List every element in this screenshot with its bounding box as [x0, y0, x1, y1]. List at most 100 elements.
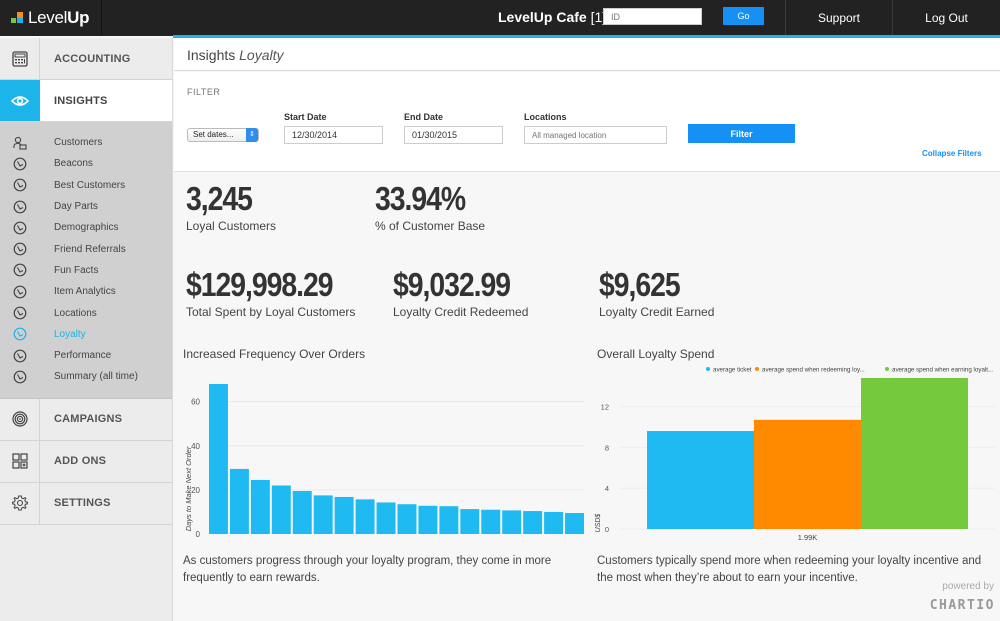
gauge-icon [13, 263, 27, 277]
bar [565, 513, 584, 534]
bar [544, 511, 564, 534]
bar [313, 495, 333, 534]
support-link[interactable]: Support [785, 0, 892, 36]
sidebar-subitem-label: Demographics [54, 222, 119, 234]
bar-average-spend-when-redeeming-loyalty [754, 419, 861, 529]
sidebar-subitem-locations[interactable]: Locations [0, 302, 172, 323]
metric-value: $9,625 [599, 266, 681, 303]
sidebar-item-insights[interactable]: INSIGHTS [0, 80, 172, 122]
sidebar-subitem-label: Best Customers [54, 179, 126, 191]
end-date-label: End Date [404, 112, 444, 122]
metric-credit-earned: $9,625 Loyalty Credit Earned [599, 266, 714, 319]
sidebar-subitem-demographics[interactable]: Demographics [0, 217, 172, 238]
levelup-logo[interactable]: LevelUp [0, 0, 102, 35]
sidebar-subitem-day-parts[interactable]: Day Parts [0, 196, 172, 217]
legend-marker [706, 367, 710, 371]
metric-caption: Loyalty Credit Earned [599, 305, 715, 319]
metric-customer-base: 33.94% % of Customer Base [375, 180, 485, 233]
sidebar-subitem-summary-all-time[interactable]: Summary (all time) [0, 366, 172, 387]
collapse-filters-link[interactable]: Collapse Filters [922, 149, 982, 158]
gauge-icon [13, 370, 27, 384]
sidebar-subitem-performance[interactable]: Performance [0, 345, 172, 366]
sidebar-subitem-beacons[interactable]: Beacons [0, 153, 172, 174]
logo-mark-icon [11, 11, 24, 24]
calculator-icon [11, 50, 28, 67]
sidebar-subitem-label: Customers [54, 137, 103, 149]
date-preset-select[interactable]: Set dates... ⇕ [187, 128, 259, 142]
sidebar-subitem-label: Day Parts [54, 201, 98, 213]
sidebar-subitem-label: Performance [54, 350, 112, 362]
locations-label: Locations [524, 112, 567, 122]
sidebar-item-accounting[interactable]: ACCOUNTING [0, 38, 172, 80]
y-tick-label: 60 [191, 398, 200, 407]
sidebar-subitem-item-analytics[interactable]: Item Analytics [0, 281, 172, 302]
x-tick-label: 15 [486, 539, 495, 540]
gauge-icon [13, 200, 27, 214]
gauge-icon [13, 221, 27, 235]
filter-title: FILTER [187, 87, 221, 97]
frequency-chart-title: Increased Frequency Over Orders [183, 347, 366, 361]
frequency-chart-description: As customers progress through your loyal… [183, 555, 552, 584]
bar [460, 509, 480, 534]
sidebar-item-label: SETTINGS [54, 497, 111, 510]
sidebar-item-label: ADD ONS [54, 455, 107, 468]
sidebar-subitem-best-customers[interactable]: Best Customers [0, 175, 172, 196]
metric-caption: % of Customer Base [375, 219, 486, 233]
sidebar-subitem-loyalty[interactable]: Loyalty [0, 324, 172, 345]
sidebar-item-campaigns[interactable]: CAMPAIGNS [0, 398, 172, 441]
metric-caption: Loyal Customers [186, 219, 277, 233]
legend-label: average ticket [713, 367, 752, 374]
grid-plus-icon [11, 453, 28, 469]
bar-average-ticket [647, 431, 754, 529]
legend-label: average spend when earning loyalt... [892, 367, 993, 374]
spend-chart: 0 4 8 12 1.99K USD$ average ticket average spen… [595, 367, 995, 540]
y-tick-label: 12 [601, 403, 609, 412]
x-tick-label: 9 [363, 539, 368, 540]
go-button[interactable]: Go [723, 7, 764, 25]
bar [334, 496, 354, 534]
filter-button[interactable]: Filter [688, 124, 795, 143]
frequency-chart: 0204060369121518Order NumberDays to Make… [184, 384, 585, 540]
powered-by-label: powered by [942, 581, 994, 592]
bar [397, 504, 417, 534]
top-bar: LevelUp LevelUp Cafe [1] Go Support Log … [0, 0, 1000, 36]
x-tick-label: 1.99K [798, 533, 818, 540]
spend-chart-title: Overall Loyalty Spend [597, 347, 715, 361]
sidebar-subitem-friend-referrals[interactable]: Friend Referrals [0, 238, 172, 259]
x-tick-label: 12 [423, 539, 432, 540]
sidebar-item-settings[interactable]: SETTINGS [0, 482, 172, 525]
bar-average-spend-when-earning-loyalty [861, 378, 968, 529]
bar [292, 490, 312, 534]
sidebar-subitem-customers[interactable]: Customers [0, 132, 172, 153]
sidebar-subitem-label: Loyalty [54, 328, 86, 340]
legend-label: average spend when redeeming loy... [762, 367, 865, 374]
eye-icon [11, 95, 29, 106]
end-date-input[interactable] [404, 126, 503, 144]
chartio-logo[interactable]: CHARTIO [918, 598, 995, 613]
bar [439, 506, 459, 534]
logout-link[interactable]: Log Out [892, 0, 1000, 36]
target-icon [11, 411, 28, 427]
gauge-icon [13, 157, 27, 171]
bar [376, 502, 396, 534]
gauge-icon [13, 327, 27, 341]
metric-caption: Total Spent by Loyal Customers [186, 305, 356, 319]
bar [250, 479, 270, 534]
logo-text-bold: Up [67, 7, 90, 27]
sidebar-item-add-ons[interactable]: ADD ONS [0, 440, 172, 483]
y-axis-label: USD$ [595, 514, 602, 533]
locations-input[interactable] [524, 126, 667, 144]
x-tick-label: 18 [549, 539, 558, 540]
metric-value: $129,998.29 [186, 266, 334, 303]
metric-value: $9,032.99 [393, 266, 511, 303]
start-date-label: Start Date [284, 112, 327, 122]
y-tick-label: 0 [196, 530, 201, 539]
sidebar-subitem-fun-facts[interactable]: Fun Facts [0, 260, 172, 281]
start-date-input[interactable] [284, 126, 383, 144]
metric-credit-redeemed: $9,032.99 Loyalty Credit Redeemed [393, 266, 529, 319]
gauge-icon [13, 285, 27, 299]
metric-value: 33.94% [375, 180, 466, 217]
bar [418, 505, 438, 534]
id-input[interactable] [603, 8, 702, 25]
sidebar-subitem-label: Summary (all time) [54, 371, 138, 383]
